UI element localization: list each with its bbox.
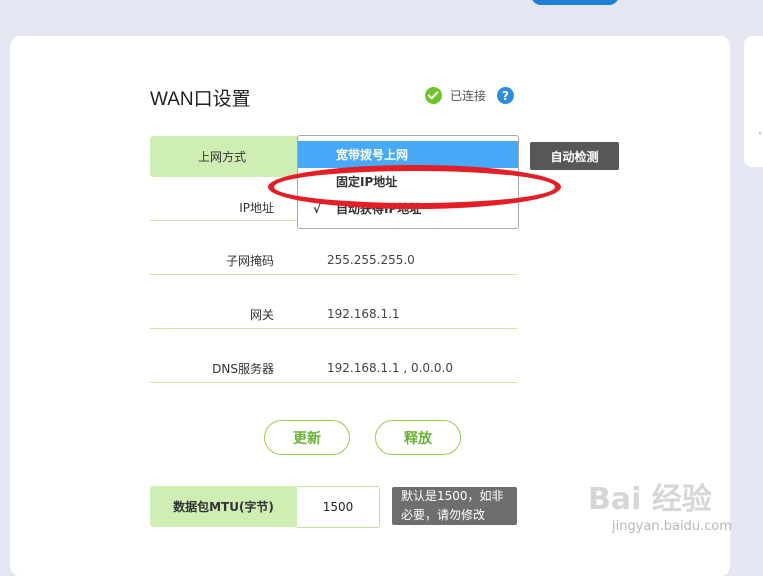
- baidu-watermark: Bai 经验: [588, 482, 712, 517]
- watermark-url: jingyan.baidu.com: [612, 519, 732, 534]
- tip-line: 默认是1500，如非: [401, 489, 504, 503]
- option-pppoe[interactable]: 宽带拨号上网: [298, 141, 518, 168]
- dns-label: DNS服务器: [212, 362, 274, 376]
- check-circle-icon: [425, 87, 442, 104]
- annotation-red-oval: [268, 165, 561, 209]
- divider: [150, 328, 517, 329]
- divider: [150, 382, 517, 383]
- top-tab-indicator[interactable]: [531, 0, 619, 5]
- gateway-label: 网关: [249, 308, 274, 322]
- connection-status: 已连接: [425, 87, 486, 104]
- page-title: WAN口设置: [150, 89, 251, 110]
- release-button[interactable]: 释放: [375, 420, 461, 455]
- dns-value: 192.168.1.1 , 0.0.0.0: [327, 361, 453, 375]
- question-circle-icon[interactable]: ?: [497, 87, 514, 104]
- option-label: 宽带拨号上网: [336, 148, 409, 162]
- status-text: 已连接: [450, 89, 487, 103]
- auto-detect-button[interactable]: 自动检测: [530, 142, 619, 170]
- connection-type-label: 上网方式: [150, 136, 300, 177]
- gateway-value: 192.168.1.1: [327, 307, 400, 321]
- side-card-dot: [759, 132, 761, 134]
- side-card: [744, 36, 763, 167]
- renew-button[interactable]: 更新: [264, 420, 350, 455]
- tip-line: 必要，请勿修改: [401, 508, 486, 522]
- mtu-tip: 默认是1500，如非 必要，请勿修改: [392, 487, 517, 525]
- mtu-input[interactable]: 1500: [297, 486, 380, 528]
- mtu-label-text: 数据包MTU(字节): [173, 500, 274, 514]
- connection-type-label-text: 上网方式: [197, 150, 246, 164]
- ip-label: IP地址: [239, 201, 274, 215]
- subnet-label: 子网掩码: [225, 254, 274, 268]
- mtu-label: 数据包MTU(字节): [150, 486, 297, 527]
- subnet-value: 255.255.255.0: [327, 253, 415, 267]
- divider: [150, 274, 517, 275]
